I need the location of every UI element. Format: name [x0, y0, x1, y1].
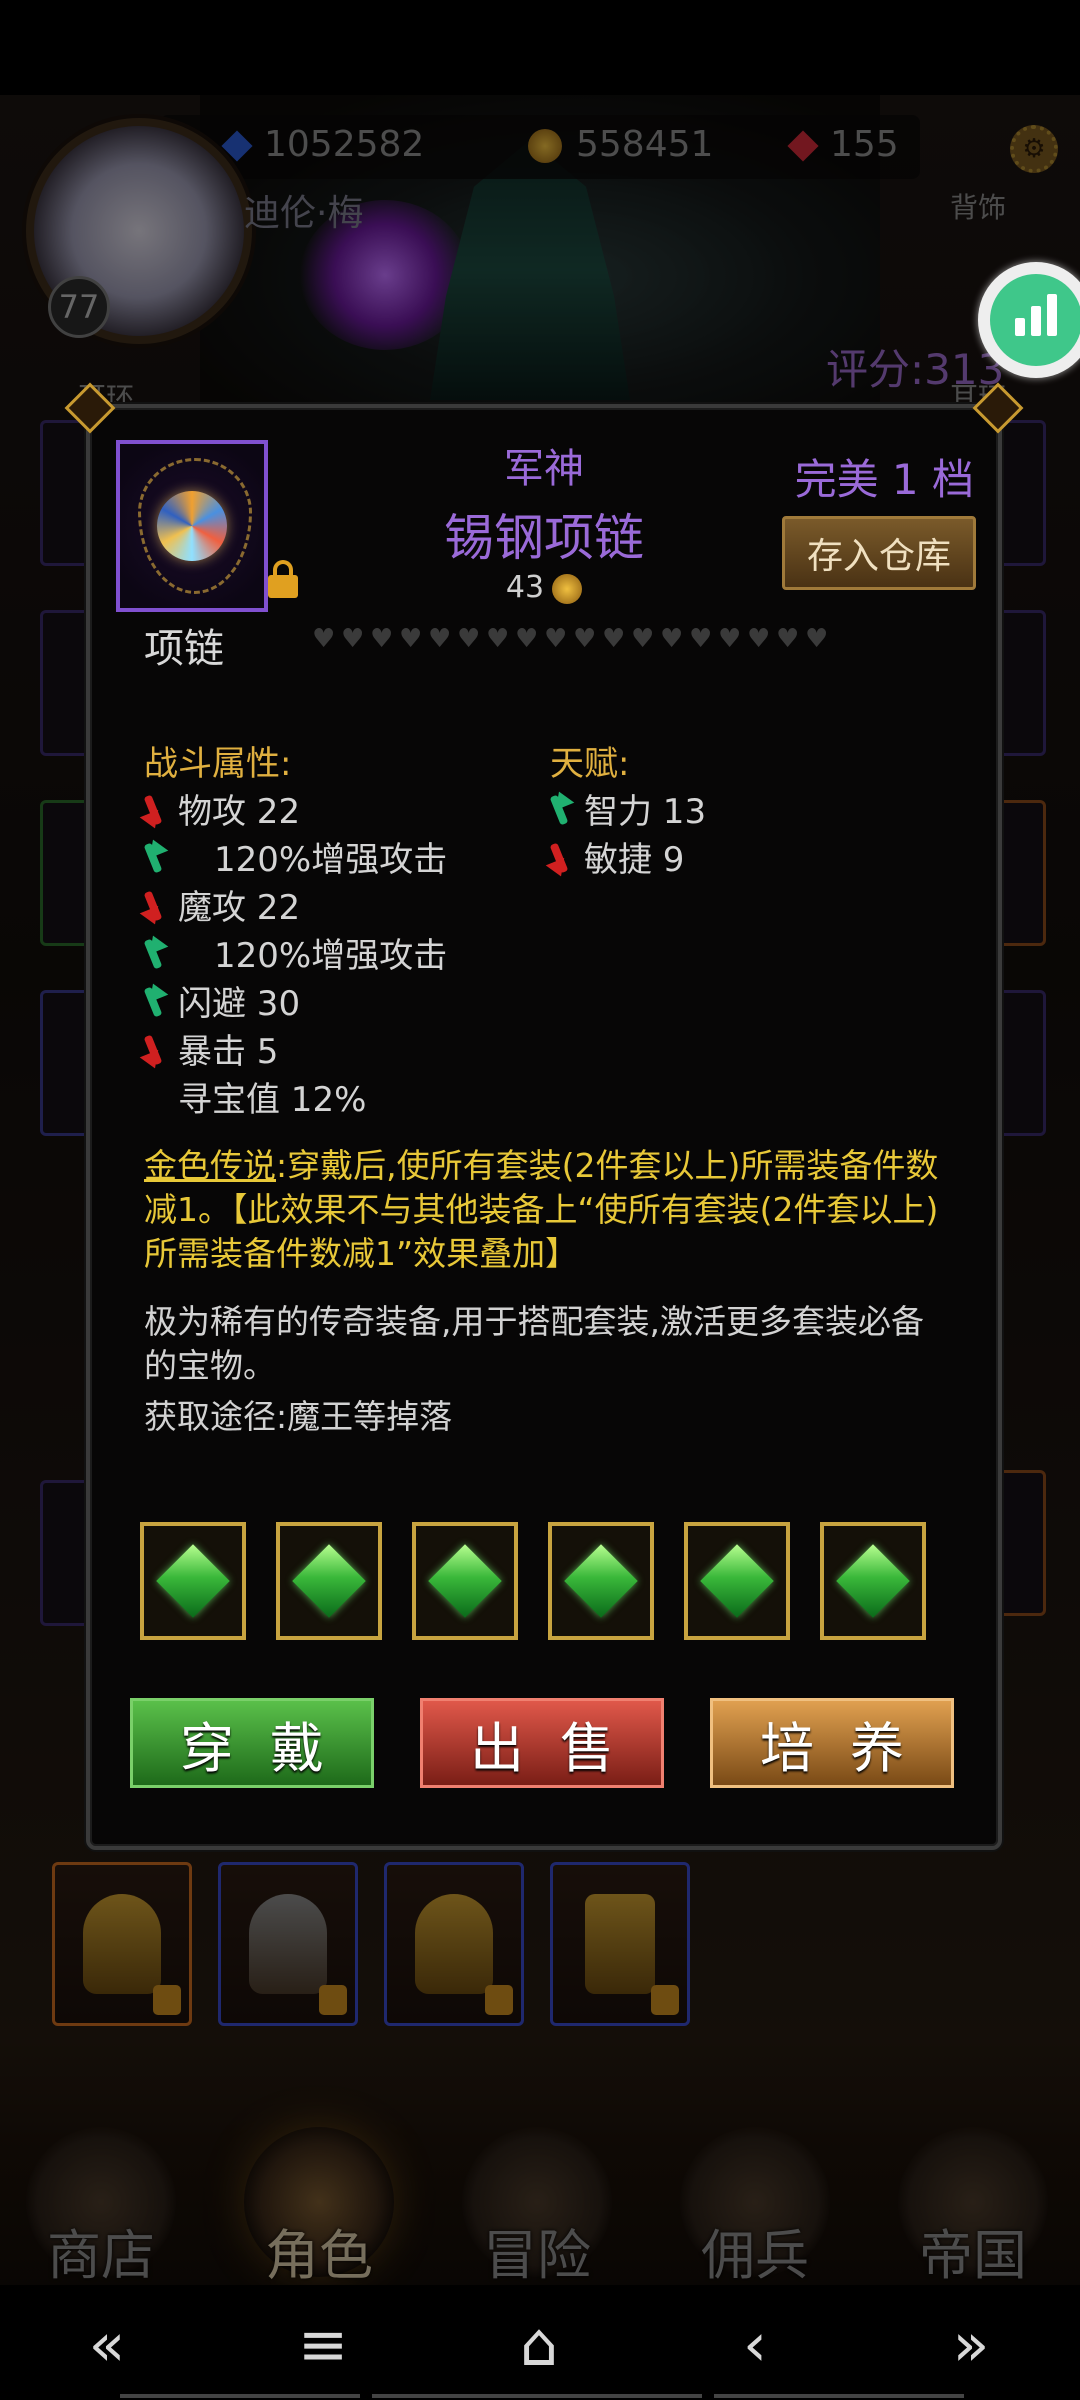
green-gem-icon	[292, 1544, 366, 1618]
train-button[interactable]: 培养	[710, 1698, 954, 1788]
arrow-up-icon	[550, 791, 570, 827]
combat-stat-text: 魔攻 22	[178, 888, 301, 928]
combat-stat-row: 120%增强攻击	[144, 928, 447, 977]
combat-stat-text: 寻宝值 12%	[178, 1080, 367, 1120]
heart-icon: ♥	[428, 624, 452, 654]
heart-icon: ♥	[660, 624, 684, 654]
back-icon[interactable]: ‹	[710, 2310, 800, 2380]
gem-socket[interactable]	[140, 1522, 246, 1640]
combat-stat-text: 120%增强攻击	[214, 936, 448, 976]
heart-icon: ♥	[544, 624, 568, 654]
heart-icon: ♥	[312, 624, 336, 654]
item-quality: 完美 1 档	[794, 455, 974, 504]
durability-hearts: ♥ ♥ ♥ ♥ ♥ ♥ ♥ ♥ ♥ ♥ ♥ ♥ ♥ ♥ ♥ ♥ ♥ ♥	[312, 626, 831, 652]
heart-icon: ♥	[718, 624, 742, 654]
heart-icon: ♥	[689, 624, 713, 654]
arrow-down-icon	[550, 839, 570, 875]
green-gem-icon	[700, 1544, 774, 1618]
talent-stat-row: 敏捷 9	[550, 832, 684, 881]
heart-icon: ♥	[457, 624, 481, 654]
item-description: 极为稀有的传奇装备,用于搭配套装,激活更多套装必备的宝物。	[144, 1302, 924, 1385]
combat-stat-row: 暴击 5	[144, 1024, 278, 1073]
heart-icon: ♥	[602, 624, 626, 654]
arrow-up-icon	[144, 839, 164, 875]
double-back-icon[interactable]: «	[62, 2310, 152, 2380]
talent-stat-row: 智力 13	[550, 784, 706, 833]
arrow-up-icon	[144, 935, 164, 971]
heart-icon: ♥	[805, 624, 829, 654]
nav-indicator	[372, 2394, 702, 2398]
heart-icon: ♥	[747, 624, 771, 654]
heart-icon: ♥	[573, 624, 597, 654]
green-gem-icon	[564, 1544, 638, 1618]
nav-indicator	[714, 2394, 964, 2398]
arrow-down-icon	[144, 1031, 164, 1067]
combat-stat-text: 物攻 22	[178, 792, 301, 832]
combat-stat-text: 暴击 5	[178, 1032, 279, 1072]
legend-effect-text: 金色传说:穿戴后,使所有套装(2件套以上)所需装备件数减1。【此效果不与其他装备…	[144, 1144, 944, 1276]
heart-icon: ♥	[341, 624, 365, 654]
gem-socket[interactable]	[412, 1522, 518, 1640]
green-gem-icon	[156, 1544, 230, 1618]
combat-stat-text: 120%增强攻击	[214, 840, 448, 880]
combat-stat-row: 寻宝值 12%	[144, 1072, 366, 1121]
combat-stat-row: 120%增强攻击	[144, 832, 447, 881]
legend-head: 金色传说	[144, 1146, 276, 1185]
heart-icon: ♥	[370, 624, 394, 654]
gem-socket[interactable]	[548, 1522, 654, 1640]
combat-stat-text: 闪避 30	[178, 984, 301, 1024]
sell-button[interactable]: 出售	[420, 1698, 664, 1788]
talent-title: 天赋:	[550, 744, 630, 784]
wear-button[interactable]: 穿戴	[130, 1698, 374, 1788]
arrow-up-icon	[144, 983, 164, 1019]
green-gem-icon	[836, 1544, 910, 1618]
gold-coin-icon	[552, 573, 583, 604]
bar-chart-icon	[990, 274, 1080, 366]
combat-stat-row: 魔攻 22	[144, 880, 300, 929]
gem-socket[interactable]	[820, 1522, 926, 1640]
arrow-down-icon	[144, 887, 164, 923]
combat-stat-row: 物攻 22	[144, 784, 300, 833]
home-icon[interactable]: ⌂	[494, 2310, 584, 2380]
item-source: 获取途径:魔王等掉落	[144, 1397, 453, 1436]
heart-icon: ♥	[486, 624, 510, 654]
gem-socket[interactable]	[684, 1522, 790, 1640]
store-in-warehouse-button[interactable]: 存入仓库	[782, 516, 976, 590]
arrow-down-icon	[144, 791, 164, 827]
nav-indicator	[120, 2394, 360, 2398]
heart-icon: ♥	[776, 624, 800, 654]
heart-icon: ♥	[399, 624, 423, 654]
item-detail-dialog: 军神 锡钢项链 43 完美 1 档 存入仓库 项链 ♥ ♥ ♥ ♥ ♥ ♥ ♥ ♥ ♥ ♥ ♥ ♥ ♥ ♥…	[64, 382, 1024, 1850]
combat-stat-row: 闪避 30	[144, 976, 300, 1025]
talent-stat-text: 智力 13	[584, 792, 707, 832]
green-gem-icon	[428, 1544, 502, 1618]
talent-stat-text: 敏捷 9	[584, 840, 685, 880]
combat-stats-title: 战斗属性:	[144, 744, 292, 784]
item-type: 项链	[144, 626, 224, 672]
double-forward-icon[interactable]: »	[926, 2310, 1016, 2380]
menu-icon[interactable]: ≡	[278, 2310, 368, 2380]
heart-icon: ♥	[631, 624, 655, 654]
gem-socket[interactable]	[276, 1522, 382, 1640]
heart-icon: ♥	[515, 624, 539, 654]
